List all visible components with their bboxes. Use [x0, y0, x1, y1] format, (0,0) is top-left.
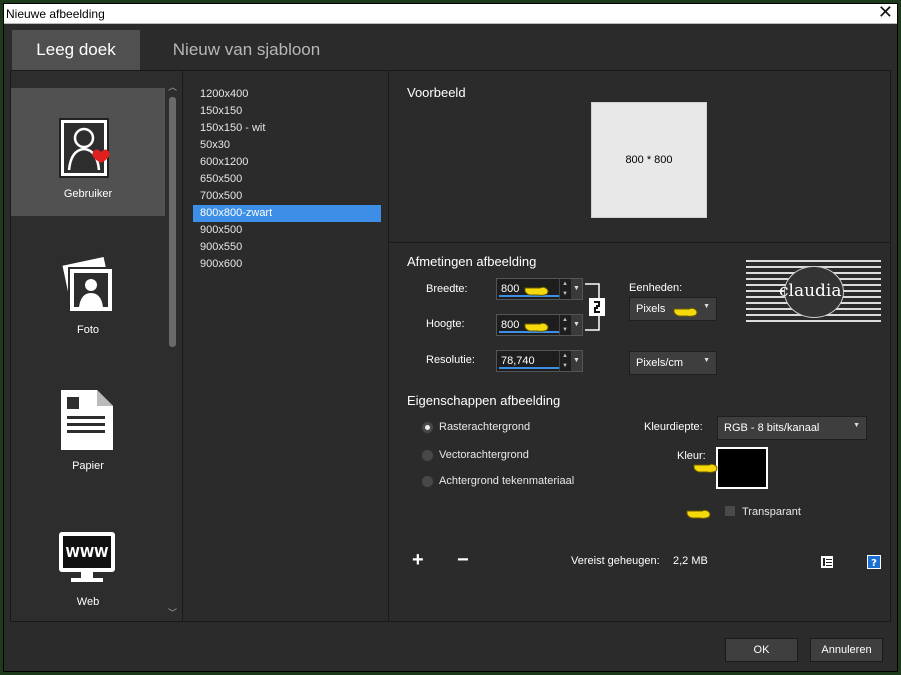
vector-background-radio[interactable] — [421, 449, 434, 462]
preset-item[interactable]: 1200x400 — [193, 86, 381, 103]
preview-canvas: 800 * 800 — [591, 102, 707, 218]
category-label: Foto — [76, 324, 99, 336]
memory-label: Vereist geheugen: — [571, 555, 660, 567]
height-label: Hoogte: — [426, 318, 465, 330]
pointing-hand-icon — [673, 307, 698, 317]
category-panel: Gebruiker Foto Papier WWW Web ︿ ﹀ — [11, 71, 183, 621]
transparent-label[interactable]: Transparant — [742, 506, 801, 518]
add-preset-button[interactable]: + — [412, 550, 424, 570]
properties-heading: Eigenschappen afbeelding — [407, 393, 561, 408]
category-label: Web — [76, 596, 100, 608]
color-depth-dropdown[interactable]: RGB - 8 bits/kanaal ▼ — [717, 416, 867, 440]
art-media-background-radio[interactable] — [421, 475, 434, 488]
units-value: Pixels — [636, 303, 666, 315]
photo-person-icon — [60, 254, 114, 313]
preset-item[interactable]: 900x600 — [193, 256, 381, 273]
web-monitor-icon: WWW — [59, 532, 115, 582]
scroll-up-icon[interactable]: ︿ — [166, 81, 179, 93]
pointing-hand-icon — [693, 463, 718, 473]
preview-section: Voorbeeld 800 * 800 — [389, 71, 891, 243]
chevron-down-icon: ▼ — [853, 422, 860, 429]
preset-item[interactable]: 150x150 — [193, 103, 381, 120]
dimensions-heading: Afmetingen afbeelding — [407, 254, 537, 269]
help-icon[interactable]: ? — [867, 555, 881, 569]
resolution-label: Resolutie: — [426, 354, 475, 366]
link-aspect-icon[interactable] — [585, 282, 609, 332]
height-dropdown-icon[interactable]: ▼ — [571, 315, 582, 335]
new-image-dialog: Nieuwe afbeelding ✕ Leeg doek Nieuw van … — [3, 3, 898, 672]
width-value: 800 — [501, 283, 520, 295]
settings-panel: Voorbeeld 800 * 800 Afmetingen afbeeldin… — [389, 71, 891, 621]
width-label: Breedte: — [426, 283, 468, 295]
memory-value: 2,2 MB — [673, 555, 708, 567]
preset-options-icon[interactable] — [820, 555, 834, 569]
dialog-footer: OK Annuleren — [4, 622, 897, 671]
logo-text: claudia — [779, 281, 842, 301]
tab-leeg-doek[interactable]: Leeg doek — [12, 30, 140, 70]
preset-item[interactable]: 50x30 — [193, 137, 381, 154]
preset-item[interactable]: 900x500 — [193, 222, 381, 239]
art-media-background-label[interactable]: Achtergrond tekenmateriaal — [439, 475, 574, 487]
raster-background-label[interactable]: Rasterachtergrond — [439, 421, 530, 433]
remove-preset-button[interactable]: − — [457, 550, 469, 570]
pointing-hand-icon — [524, 322, 549, 332]
tab-nieuw-van-sjabloon[interactable]: Nieuw van sjabloon — [154, 30, 339, 70]
resolution-input[interactable]: 78,740 ▲ ▼ ▼ — [496, 350, 583, 372]
resolution-dropdown-icon[interactable]: ▼ — [571, 351, 582, 371]
claudia-logo: claudia — [746, 256, 881, 324]
paper-document-icon — [61, 390, 113, 450]
chevron-down-icon: ▼ — [703, 357, 710, 364]
user-heart-icon — [59, 118, 110, 178]
preview-heading: Voorbeeld — [407, 85, 466, 100]
category-web[interactable]: WWW Web — [11, 496, 165, 624]
width-dropdown-icon[interactable]: ▼ — [571, 279, 582, 299]
cancel-button[interactable]: Annuleren — [810, 638, 883, 662]
transparent-checkbox[interactable] — [724, 505, 736, 517]
scroll-thumb[interactable] — [169, 97, 176, 347]
height-value: 800 — [501, 319, 520, 331]
vector-background-label[interactable]: Vectorachtergrond — [439, 449, 529, 461]
preset-item[interactable]: 600x1200 — [193, 154, 381, 171]
resolution-spinner-icon[interactable]: ▲ ▼ — [559, 351, 570, 371]
tab-bar: Leeg doek Nieuw van sjabloon — [4, 24, 897, 70]
color-depth-label: Kleurdiepte: — [644, 421, 703, 433]
title-bar: Nieuwe afbeelding ✕ — [4, 4, 897, 24]
background-color-swatch[interactable] — [716, 447, 768, 489]
preset-list: 1200x400 150x150 150x150 - wit 50x30 600… — [185, 71, 389, 621]
resolution-value: 78,740 — [501, 355, 535, 367]
pointing-hand-icon — [524, 286, 549, 296]
close-icon[interactable]: ✕ — [878, 4, 893, 22]
category-label: Papier — [72, 460, 104, 472]
svg-text:WWW: WWW — [65, 546, 108, 561]
category-foto[interactable]: Foto — [11, 224, 165, 352]
color-depth-value: RGB - 8 bits/kanaal — [724, 422, 820, 434]
height-spinner-icon[interactable]: ▲ ▼ — [559, 315, 570, 335]
category-label: Gebruiker — [63, 188, 113, 200]
window-title: Nieuwe afbeelding — [6, 7, 105, 21]
preset-item-selected[interactable]: 800x800-zwart — [193, 205, 381, 222]
preset-item[interactable]: 150x150 - wit — [193, 120, 381, 137]
width-spinner-icon[interactable]: ▲ ▼ — [559, 279, 570, 299]
category-papier[interactable]: Papier — [11, 360, 165, 488]
units-label: Eenheden: — [629, 282, 683, 294]
pointing-hand-icon — [686, 509, 711, 519]
svg-text:?: ? — [871, 558, 877, 569]
raster-background-radio[interactable] — [421, 421, 434, 434]
chevron-down-icon: ▼ — [703, 303, 710, 310]
scroll-down-icon[interactable]: ﹀ — [166, 607, 179, 619]
dialog-body: Gebruiker Foto Papier WWW Web ︿ ﹀ 1200x4… — [10, 70, 891, 622]
preset-item[interactable]: 700x500 — [193, 188, 381, 205]
resolution-units-dropdown[interactable]: Pixels/cm ▼ — [629, 351, 717, 375]
category-scrollbar[interactable]: ︿ ﹀ — [166, 71, 179, 621]
resolution-units-value: Pixels/cm — [636, 357, 684, 369]
ok-button[interactable]: OK — [725, 638, 798, 662]
preset-item[interactable]: 900x550 — [193, 239, 381, 256]
preset-item[interactable]: 650x500 — [193, 171, 381, 188]
category-gebruiker[interactable]: Gebruiker — [11, 88, 165, 216]
